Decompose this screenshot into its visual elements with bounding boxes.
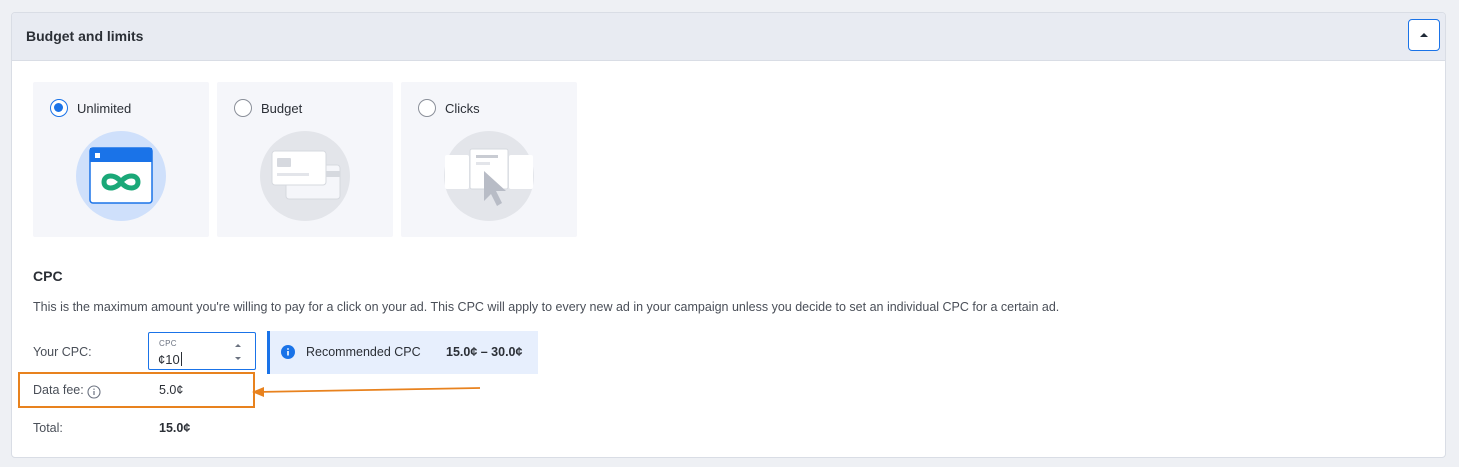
option-budget[interactable]: Budget	[217, 82, 393, 237]
help-icon[interactable]	[87, 385, 101, 399]
recommended-cpc-range: 15.0¢ – 30.0¢	[446, 345, 523, 359]
total-label: Total:	[33, 421, 63, 435]
recommended-cpc-label: Recommended CPC	[306, 345, 421, 359]
panel-title: Budget and limits	[26, 28, 144, 44]
recommended-cpc-box: Recommended CPC 15.0¢ – 30.0¢	[267, 331, 538, 374]
option-label: Clicks	[445, 101, 480, 116]
total-value: 15.0¢	[159, 421, 191, 435]
option-label: Unlimited	[77, 101, 132, 116]
click-cursor-illustration-icon	[444, 131, 534, 221]
caret-up-icon	[1420, 33, 1428, 37]
data-fee-label: Data fee:	[33, 383, 84, 397]
option-unlimited[interactable]: Unlimited	[33, 82, 209, 237]
info-icon	[281, 345, 295, 359]
panel-header: Budget and limits	[12, 13, 1445, 61]
decrement-icon[interactable]	[233, 355, 243, 363]
collapse-button[interactable]	[1408, 19, 1440, 51]
your-cpc-label: Your CPC:	[33, 345, 92, 359]
cpc-input-label: CPC	[159, 339, 177, 348]
radio-unlimited[interactable]	[50, 99, 68, 117]
unlimited-illustration-icon	[76, 131, 166, 221]
option-label: Budget	[261, 101, 303, 116]
cpc-input-value[interactable]: ¢10	[158, 352, 182, 367]
data-fee-value: 5.0¢	[159, 383, 184, 397]
option-clicks[interactable]: Clicks	[401, 82, 577, 237]
cpc-heading: CPC	[33, 268, 63, 284]
increment-icon[interactable]	[233, 341, 243, 349]
budget-panel: Budget and limits Unlimited Budget Click…	[11, 12, 1446, 458]
radio-budget[interactable]	[234, 99, 252, 117]
radio-clicks[interactable]	[418, 99, 436, 117]
cpc-input[interactable]: CPC ¢10	[148, 332, 256, 370]
cpc-description: This is the maximum amount you're willin…	[33, 300, 1060, 314]
credit-card-illustration-icon	[260, 131, 350, 221]
